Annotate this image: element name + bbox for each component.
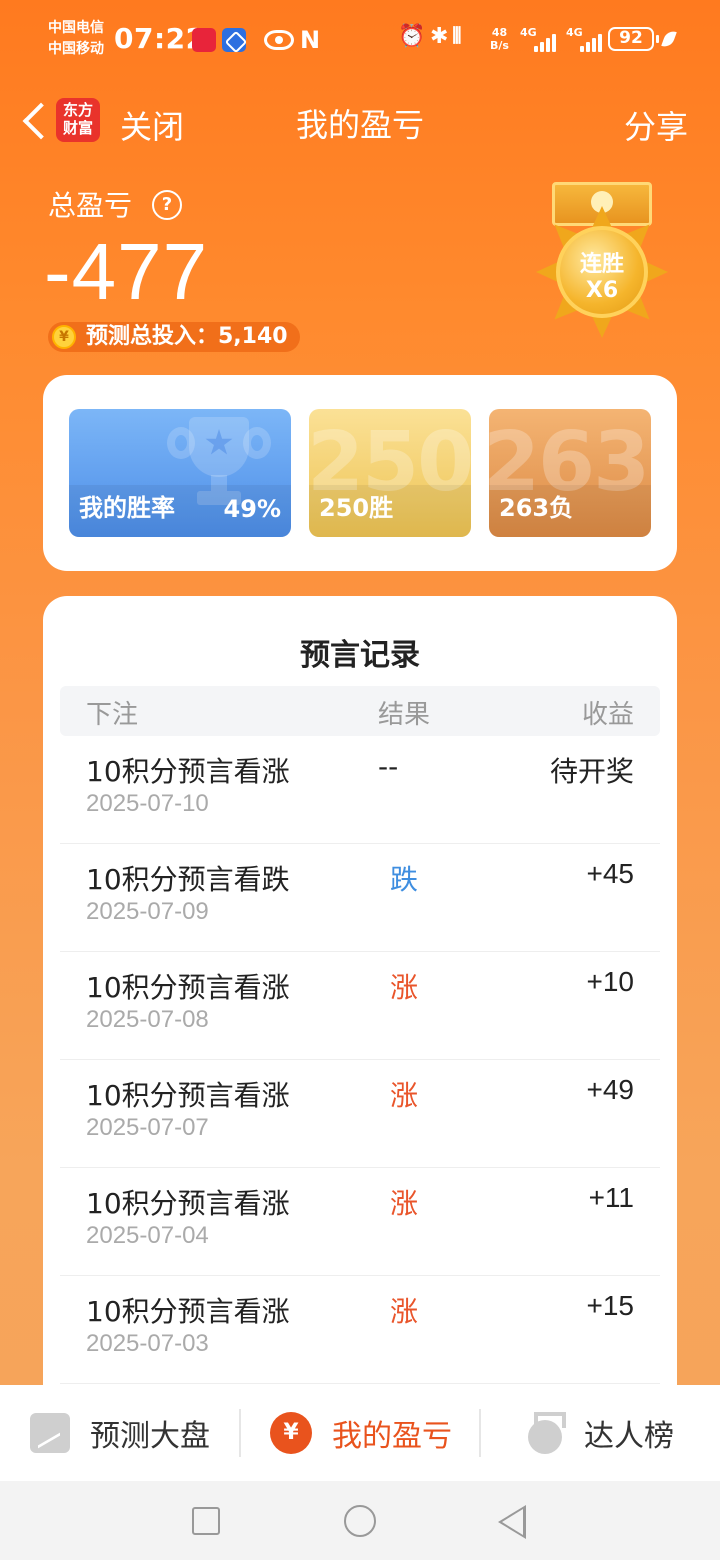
tab-predict-market[interactable]: 预测大盘 xyxy=(30,1385,210,1481)
help-icon[interactable]: ? xyxy=(152,190,182,220)
win-rate-tile: 我的胜率 49% xyxy=(69,409,291,537)
recent-apps-button[interactable] xyxy=(192,1507,220,1535)
losses-label: 263负 xyxy=(499,494,574,522)
table-row: 10积分预言看跌 2025-07-09 跌 +45 xyxy=(60,844,660,952)
row-earnings: +45 xyxy=(586,858,635,889)
row-bet: 10积分预言看涨 xyxy=(86,755,290,788)
row-earnings: +15 xyxy=(586,1290,635,1321)
row-bet: 10积分预言看涨 xyxy=(86,971,290,1004)
records-title: 预言记录 xyxy=(300,638,420,673)
row-earnings: +11 xyxy=(588,1182,634,1213)
back-button[interactable] xyxy=(498,1505,526,1539)
row-result: 涨 xyxy=(390,971,419,1004)
table-row: 10积分预言看涨 2025-07-07 涨 +49 xyxy=(60,1060,660,1168)
row-date: 2025-07-03 xyxy=(86,1330,209,1357)
row-result: 涨 xyxy=(390,1295,419,1328)
total-pnl-value: -477 xyxy=(44,227,209,316)
row-earnings: 待开奖 xyxy=(549,756,634,787)
share-button[interactable]: 分享 xyxy=(624,102,688,148)
tab-my-pnl[interactable]: ¥ 我的盈亏 xyxy=(270,1385,452,1481)
row-bet: 10积分预言看跌 xyxy=(86,863,290,896)
net-speed-unit: B/s xyxy=(490,39,509,52)
yen-icon: ¥ xyxy=(270,1412,312,1454)
row-date: 2025-07-09 xyxy=(86,898,209,925)
row-date: 2025-07-04 xyxy=(86,1222,209,1249)
signal-icon-2: 4G xyxy=(566,26,602,52)
carrier-2: 中国移动 xyxy=(48,41,104,57)
app-notification-icon xyxy=(192,28,216,52)
battery-icon: 92 xyxy=(608,27,659,51)
total-investment: ¥ 预测总投入：5,140 xyxy=(48,322,300,352)
medal-icon xyxy=(528,1412,566,1454)
win-rate-value: 49% xyxy=(223,495,281,523)
nfc-icon: N xyxy=(300,26,321,54)
row-bet: 10积分预言看涨 xyxy=(86,1079,290,1112)
tab-label: 达人榜 xyxy=(584,1419,674,1454)
header-bet: 下注 xyxy=(86,700,139,730)
table-row: 10积分预言看涨 2025-07-10 -- 待开奖 xyxy=(60,736,660,844)
row-bet: 10积分预言看涨 xyxy=(86,1187,290,1220)
medal-text-1: 连胜 xyxy=(579,252,624,277)
row-date: 2025-07-07 xyxy=(86,1114,209,1141)
row-earnings: +49 xyxy=(586,1074,635,1105)
total-pnl-label: 总盈亏 xyxy=(48,189,133,222)
table-row: 10积分预言看涨 2025-07-04 涨 +11 xyxy=(60,1168,660,1276)
net-speed-value: 48 xyxy=(491,26,508,39)
power-saving-icon xyxy=(661,28,677,50)
wins-tile: 250 250胜 xyxy=(309,409,471,537)
vibrate-icon: ⦀ xyxy=(452,24,462,49)
eye-icon xyxy=(264,30,294,50)
tab-label: 预测大盘 xyxy=(90,1419,210,1454)
bluetooth-icon: ✱ xyxy=(430,24,449,49)
header-result: 结果 xyxy=(378,700,431,730)
tab-label: 我的盈亏 xyxy=(332,1419,452,1454)
losses-tile: 263 263负 xyxy=(489,409,651,537)
row-result: -- xyxy=(378,750,399,783)
row-date: 2025-07-10 xyxy=(86,790,209,817)
signal-icon-1: 4G xyxy=(520,26,556,52)
page-title: 我的盈亏 xyxy=(295,106,424,144)
bottom-tab-bar: 预测大盘 ¥ 我的盈亏 达人榜 xyxy=(0,1385,720,1481)
table-header: 下注 结果 收益 xyxy=(60,686,660,736)
alarm-icon: ⏰ xyxy=(398,24,426,49)
net-speed: 48 B/s xyxy=(490,26,509,52)
wins-label: 250胜 xyxy=(319,494,394,522)
app-notification-icon-2 xyxy=(222,28,246,52)
row-result: 涨 xyxy=(390,1187,419,1220)
home-button[interactable] xyxy=(344,1505,376,1537)
row-earnings: +10 xyxy=(586,966,635,997)
tab-leaderboard[interactable]: 达人榜 xyxy=(528,1385,674,1481)
streak-medal: 连胜 X6 xyxy=(530,180,675,340)
prediction-records-card: 预言记录 下注 结果 收益 10积分预言看涨 2025-07-10 -- 待开奖 10积… xyxy=(43,596,677,1496)
table-row: 10积分预言看涨 2025-07-08 涨 +10 xyxy=(60,952,660,1060)
row-result: 涨 xyxy=(390,1079,419,1112)
status-bar: 中国电信 中国移动 07:22 N ⏰ ✱ ⦀ 48 B/s 4G 4G 92 xyxy=(0,0,720,80)
table-row: 10积分预言看涨 2025-07-03 涨 +15 xyxy=(60,1276,660,1384)
stats-card: 我的胜率 49% 250 250胜 263 263负 xyxy=(43,375,677,571)
header-earn: 收益 xyxy=(581,700,634,730)
row-date: 2025-07-08 xyxy=(86,1006,209,1033)
row-bet: 10积分预言看涨 xyxy=(86,1295,290,1328)
carrier-1: 中国电信 xyxy=(48,20,104,36)
row-result: 跌 xyxy=(390,863,419,896)
total-investment-text: 预测总投入：5,140 xyxy=(86,324,288,349)
coin-icon: ¥ xyxy=(52,325,76,349)
medal-text-2: X6 xyxy=(585,278,619,303)
chart-icon xyxy=(30,1413,70,1453)
system-nav-bar xyxy=(0,1481,720,1560)
medal-disc: 连胜 X6 xyxy=(556,226,648,318)
carrier-info: 中国电信 中国移动 xyxy=(48,18,104,60)
win-rate-label: 我的胜率 xyxy=(79,494,175,522)
